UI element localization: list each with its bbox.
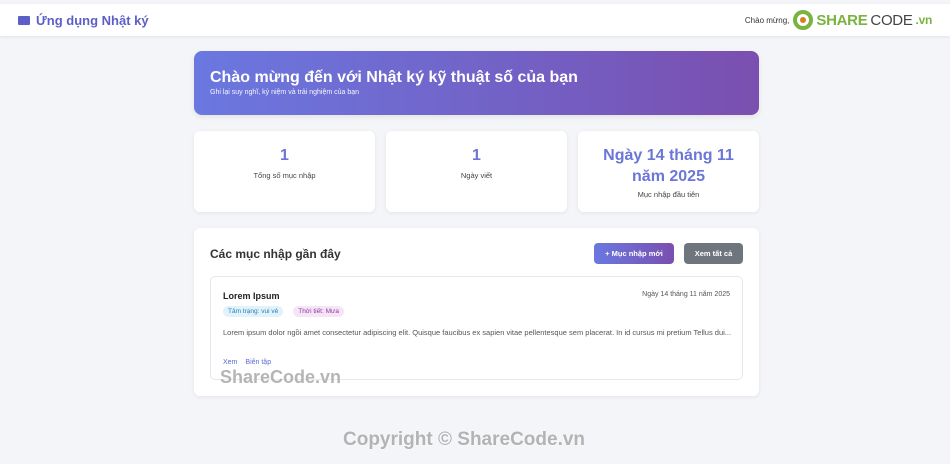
entry-title: Lorem Ipsum [223, 291, 280, 301]
watermark-bottom: Copyright © ShareCode.vn [343, 429, 586, 450]
hero-subtitle: Ghi lại suy nghĩ, kỷ niệm và trải nghiệm… [210, 89, 360, 96]
stat-value: 1 [280, 147, 289, 164]
weather-badge: Thời tiết: Mưa [293, 306, 344, 317]
stat-value: 1 [472, 147, 481, 164]
stat-card-writing-days: 1 Ngày viết [386, 131, 567, 212]
user-greeting: Chào mừng, [744, 15, 790, 25]
recent-entries-title: Các mục nhập gần đây [210, 247, 341, 261]
view-all-button[interactable]: Xem tất cả [684, 243, 743, 264]
navbar: Ứng dụng Nhật ký Chào mừng, SHARE CODE .vn [0, 4, 950, 36]
stat-label: Tổng số mục nhập [253, 171, 316, 180]
nav-right: Chào mừng, SHARE CODE .vn [745, 10, 932, 30]
entry-card[interactable]: Lorem Ipsum Ngày 14 tháng 11 năm 2025 Tâ… [210, 276, 743, 380]
brand-link[interactable]: Ứng dụng Nhật ký [18, 13, 149, 28]
new-entry-button[interactable]: + Mục nhập mới [594, 243, 674, 264]
stat-label: Mục nhập đầu tiên [637, 190, 700, 199]
entry-excerpt: Lorem ipsum dolor ngồi amet consectetur … [223, 328, 732, 337]
book-icon [18, 15, 30, 25]
watermark-top: ShareCode.vn [220, 367, 342, 387]
edit-entry-link[interactable]: Biên tập [245, 359, 271, 366]
entry-tags: Tâm trạng: vui vẻ Thời tiết: Mưa [223, 306, 344, 317]
stat-card-total-entries: 1 Tổng số mục nhập [194, 131, 375, 212]
view-entry-link[interactable]: Xem [223, 359, 237, 366]
sharecode-logo: SHARE CODE .vn [793, 10, 932, 30]
brand-title: Ứng dụng Nhật ký [36, 12, 149, 28]
sharecode-logo-icon [793, 10, 814, 30]
entry-actions: Xem Biên tập [223, 359, 271, 366]
stat-label: Ngày viết [460, 171, 493, 180]
entry-date: Ngày 14 tháng 11 năm 2025 [642, 291, 730, 298]
mood-badge: Tâm trạng: vui vẻ [223, 306, 284, 317]
stat-card-first-entry: Ngày 14 tháng 11 năm 2025 Mục nhập đầu t… [578, 131, 759, 212]
stat-value: Ngày 14 tháng 11 năm 2025 [603, 147, 734, 185]
hero-title: Chào mừng đến với Nhật ký kỹ thuật số củ… [210, 69, 578, 86]
welcome-banner: Chào mừng đến với Nhật ký kỹ thuật số củ… [194, 51, 759, 115]
